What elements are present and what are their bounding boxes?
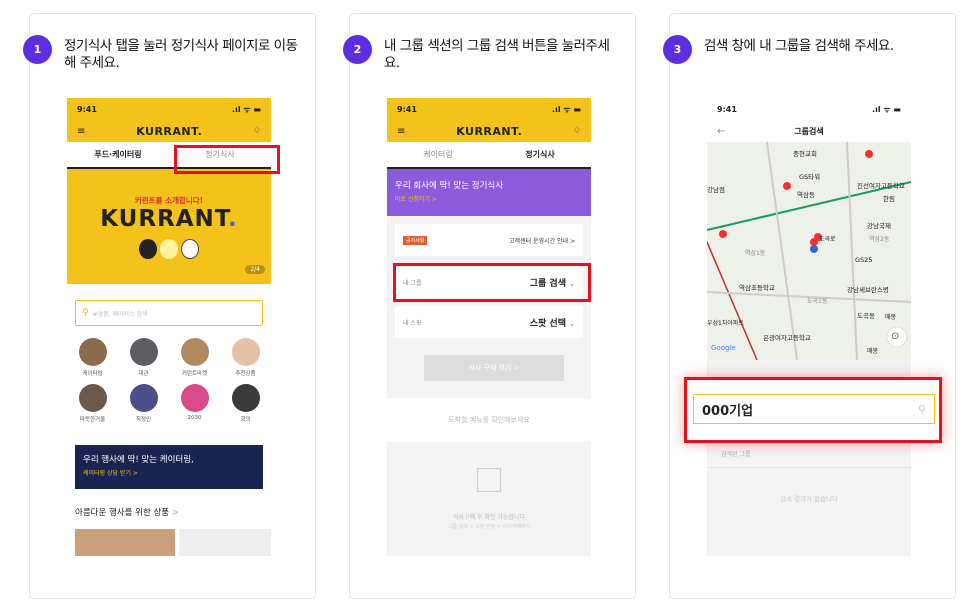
map-label: 도곡로: [819, 236, 836, 243]
step-number-1: 1: [23, 35, 52, 64]
app-logo: KURRANT.: [456, 124, 523, 138]
no-result-text: 검색 결과가 없습니다: [780, 495, 838, 503]
search-input[interactable]: ⚲ #상품, 메이커스 검색: [75, 300, 263, 326]
status-time: 9:41: [77, 104, 97, 114]
notice-row[interactable]: 공지사항 고객센터 운영시간 안내 >: [395, 224, 583, 256]
spot-select-button[interactable]: 스팟 선택 ⌄: [530, 316, 575, 329]
map-label: 매봉: [885, 314, 897, 321]
tab-bar: 케이터링 정기식사: [387, 142, 591, 169]
highlight-box-group: [393, 263, 591, 302]
map-view[interactable]: 중현교회 GS타워 역삼동 강남점 진선여자고등학교 한림 강남국제 역삼1동 …: [707, 142, 911, 360]
bell-icon[interactable]: ♢: [253, 126, 261, 136]
search-placeholder: #상품, 메이커스 검색: [92, 310, 148, 318]
category-row-2: 따뜻한거울 직장인 2030 회의: [67, 384, 271, 423]
step-number-2: 2: [343, 35, 372, 64]
search-input-value: 000기업: [702, 403, 754, 419]
result-divider: [707, 467, 911, 468]
gift-icon: [477, 468, 501, 492]
location-icon[interactable]: ⊙: [891, 331, 899, 342]
map-label: 강남세브란스병: [847, 286, 889, 294]
status-icons: .ıl ᯤ ▬: [232, 104, 261, 114]
product-thumb-2[interactable]: [179, 529, 271, 556]
category-meeting[interactable]: 회의: [224, 384, 268, 423]
map-label: 역삼2동: [869, 236, 890, 243]
chevron-down-icon: ⌄: [569, 319, 575, 328]
banner-illustration: [139, 239, 200, 261]
category-2030[interactable]: 2030: [173, 384, 217, 423]
status-time: 9:41: [717, 104, 737, 114]
category-recommend[interactable]: 추천상품: [224, 338, 268, 377]
map-label: 강남점: [707, 186, 725, 194]
highlight-box-tab: [174, 145, 280, 174]
tab-catering[interactable]: 케이터링: [387, 142, 489, 167]
map-label: 한림: [883, 195, 895, 203]
app-logo: KURRANT.: [136, 124, 203, 138]
category-row-1: 케이터링 대관 커런트마켓 추천상품: [67, 338, 271, 377]
map-label: 강남국제: [867, 222, 891, 230]
status-icons: .ıl ᯤ ▬: [552, 104, 581, 114]
empty-state-text: 식사구매 후 확인 가능합니다: [453, 514, 525, 521]
google-logo: Google: [711, 344, 736, 352]
section-title[interactable]: 아름다운 행사를 위한 상품 >: [75, 506, 179, 518]
notice-badge: 공지사항: [403, 235, 428, 245]
page-title: 그룹검색: [794, 126, 824, 136]
map-label: 역삼1동: [745, 250, 766, 257]
search-overlay: 000기업 ⚲: [684, 377, 942, 443]
my-spot-label: 내 스팟: [403, 319, 422, 327]
map-label: GS25: [855, 256, 873, 264]
status-icons: .ıl ᯤ ▬: [872, 104, 901, 114]
phone-screen-2: 9:41 .ıl ᯤ ▬ ≡ KURRANT. ♢ 케이터링 정기식사 우리 회사…: [387, 98, 591, 556]
tab-regular-meal[interactable]: 정기식사: [489, 142, 591, 167]
step-instruction-1: 정기식사 탭을 눌러 정기식사 페이지로 이동해 주세요.: [64, 38, 298, 71]
map-label: 중현교회: [793, 150, 817, 158]
hero-banner[interactable]: 커런트를 소개합니다! KURRANT. 2/4: [67, 169, 271, 284]
result-label: 검색된 그룹: [721, 451, 751, 458]
meal-banner[interactable]: 우리 회사에 딱! 맞는 정기식사 바로 신청하기 >: [387, 169, 591, 216]
category-worker[interactable]: 직장인: [122, 384, 166, 423]
category-market[interactable]: 커런트마켓: [173, 338, 217, 377]
map-label: 도곡1동: [807, 298, 828, 305]
search-icon[interactable]: ⚲: [918, 403, 926, 416]
group-search-input[interactable]: 000기업 ⚲: [693, 394, 935, 424]
my-spot-row[interactable]: 내 스팟 스팟 선택 ⌄: [395, 306, 583, 338]
meal-banner-link: 바로 신청하기 >: [395, 196, 437, 203]
catering-promo-banner[interactable]: 우리 행사에 딱! 맞는 케이터링, 케이터링 상담 받기 >: [75, 445, 263, 489]
menu-icon[interactable]: ≡: [77, 126, 85, 137]
map-label: 역삼동: [797, 191, 815, 199]
map-label: 역삼초등학교: [739, 284, 775, 292]
banner-subtitle: 커런트를 소개합니다!: [134, 196, 204, 205]
banner-title: KURRANT.: [100, 206, 238, 232]
step-instruction-2: 내 그룹 섹션의 그룹 검색 버튼을 눌러주세요.: [384, 38, 610, 71]
empty-state-hint: 그룹 검색 > 스팟 선택 > 식사구매하기: [447, 524, 531, 530]
status-time: 9:41: [397, 104, 417, 114]
map-label: 우성1차아파트: [707, 320, 744, 327]
map-label: 은광여자고등학교: [763, 334, 811, 342]
category-warm[interactable]: 따뜻한거울: [71, 384, 115, 423]
order-button[interactable]: 식사 구매 하기 >: [424, 355, 564, 381]
banner-page-badge: 2/4: [245, 265, 265, 274]
search-icon: ⚲: [82, 308, 89, 318]
map-label: 도곡동: [857, 312, 875, 320]
menu-icon[interactable]: ≡: [397, 126, 405, 137]
map-label: 매봉: [867, 348, 879, 355]
category-catering[interactable]: 케이터링: [71, 338, 115, 377]
phone-screen-3: 9:41 .ıl ᯤ ▬ ← 그룹검색 중현교회 GS타워 역삼동 강남점 진선여…: [707, 98, 911, 556]
bell-icon[interactable]: ♢: [573, 126, 581, 136]
tab-food-catering[interactable]: 푸드·케이터링: [67, 142, 169, 167]
step-card-3: 3 검색 창에 내 그룹을 검색해 주세요. 9:41 .ıl ᯤ ▬ ← 그룹검…: [663, 13, 956, 599]
step-instruction-3: 검색 창에 내 그룹을 검색해 주세요.: [704, 38, 894, 54]
promo-title: 우리 행사에 딱! 맞는 케이터링,: [83, 455, 194, 465]
step-card-1: 1 정기식사 탭을 눌러 정기식사 페이지로 이동해 주세요. 9:41 .ıl …: [23, 13, 316, 599]
meal-banner-title: 우리 회사에 딱! 맞는 정기식사: [395, 181, 504, 191]
step-card-2: 2 내 그룹 섹션의 그룹 검색 버튼을 눌러주세요. 9:41 .ıl ᯤ ▬ …: [343, 13, 636, 599]
category-rental[interactable]: 대관: [122, 338, 166, 377]
step-number-3: 3: [663, 35, 692, 64]
map-label: 진선여자고등학교: [857, 182, 905, 190]
promo-link: 케이터링 상담 받기 >: [83, 470, 138, 477]
product-thumb-1[interactable]: [75, 529, 175, 556]
map-label: GS타워: [799, 173, 821, 181]
menu-check-text: 도착할 메뉴를 확인해보세요: [387, 398, 591, 442]
notice-text: 고객센터 운영시간 안내 >: [509, 237, 575, 245]
